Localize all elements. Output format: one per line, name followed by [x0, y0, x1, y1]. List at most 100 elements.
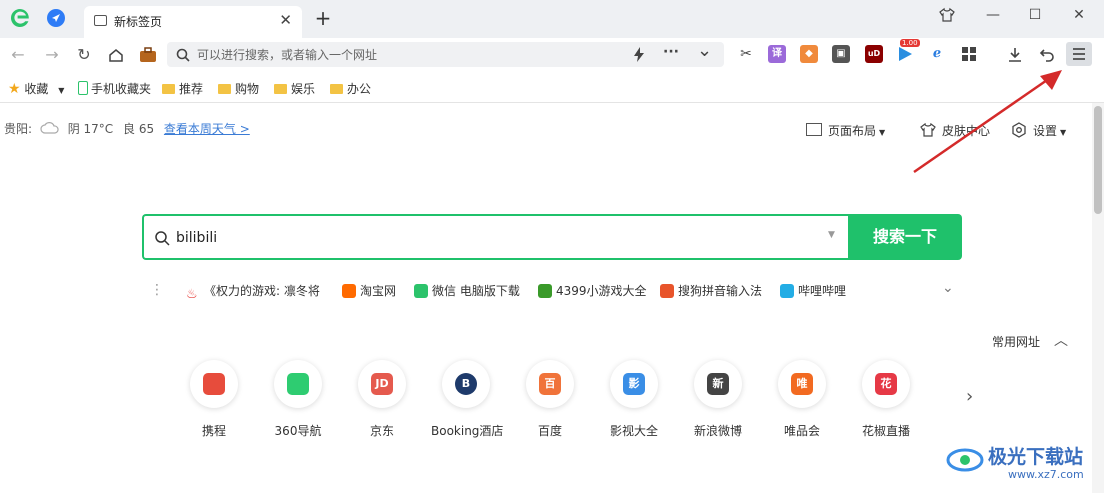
ublock-icon[interactable]: uD: [865, 45, 883, 63]
navigation-icon[interactable]: [47, 9, 65, 27]
site-tile[interactable]: 唯唯品会: [767, 360, 837, 439]
search-box[interactable]: ▼: [142, 214, 848, 260]
sogou-icon: [660, 284, 674, 298]
favorites-dropdown-icon: ▼: [58, 86, 65, 95]
bookmark-folder-recommend[interactable]: 推荐: [162, 80, 203, 98]
phone-icon: [78, 81, 88, 95]
scrollbar-thumb[interactable]: [1094, 106, 1102, 214]
tab-close-button[interactable]: ✕: [279, 11, 292, 29]
search-button[interactable]: 搜索一下: [848, 214, 962, 260]
back-button[interactable]: ←: [6, 44, 30, 66]
scissors-icon[interactable]: ✂: [737, 45, 755, 63]
new-tab-button[interactable]: +: [312, 6, 334, 30]
vip-logo-icon: 唯: [791, 373, 813, 395]
site-label: 影视大全: [609, 424, 658, 438]
site-tile[interactable]: 新新浪微博: [683, 360, 753, 439]
search-input[interactable]: [176, 228, 776, 248]
game-icon[interactable]: ◆: [800, 45, 818, 63]
weather-widget: 贵阳: 阴 17°C 良 65 查看本周天气 >: [4, 120, 250, 137]
page-layout-button[interactable]: 页面布局 ▼: [806, 122, 885, 139]
hot-item-label: 搜狗拼音输入法: [678, 284, 763, 298]
site-tile[interactable]: 花花椒直播: [851, 360, 921, 439]
wechat-icon: [414, 284, 428, 298]
address-bar[interactable]: ··· ⌄: [167, 40, 724, 67]
more-vertical-icon[interactable]: ⋮: [150, 282, 164, 298]
hot-item[interactable]: 淘宝网: [342, 282, 396, 300]
site-tile[interactable]: JD 京东: [347, 360, 417, 439]
tab-title: 新标签页: [114, 15, 163, 29]
bookmark-favorites[interactable]: ★ 收藏 ▼: [8, 80, 64, 98]
hot-item-label: 微信 电脑版下载: [432, 284, 520, 298]
folder-icon: [330, 84, 343, 94]
bookmark-folder-office[interactable]: 办公: [330, 80, 371, 98]
next-sites-icon[interactable]: ›: [966, 386, 973, 407]
search-icon: [176, 48, 190, 62]
hot-item-label: 4399小游戏大全: [556, 284, 647, 298]
folder-icon: [218, 84, 231, 94]
baidu-logo-icon: 百: [539, 373, 561, 395]
site-label: 携程: [201, 424, 226, 438]
jd-logo-icon: JD: [371, 373, 393, 395]
watermark: 极光下载站 www.xz7.com: [946, 440, 1096, 488]
site-tile[interactable]: 携程: [179, 360, 249, 439]
site-label: 新浪微博: [693, 424, 742, 438]
cloud-icon: [40, 122, 59, 134]
bookmark-folder-shopping[interactable]: 购物: [218, 80, 259, 98]
hot-item[interactable]: 4399小游戏大全: [538, 282, 647, 300]
page-layout-label: 页面布局: [828, 124, 877, 138]
tab-new-tab[interactable]: 新标签页 ✕: [84, 6, 302, 38]
favorites-label: 收藏: [24, 82, 49, 96]
briefcase-icon[interactable]: [136, 44, 160, 66]
minimize-button[interactable]: —: [980, 4, 1006, 26]
home-button[interactable]: [104, 44, 128, 66]
reader-icon[interactable]: ▣: [832, 45, 850, 63]
huajiao-logo-icon: 花: [875, 373, 897, 395]
star-icon: ★: [8, 81, 21, 97]
window-close-button[interactable]: ✕: [1066, 4, 1092, 26]
more-options-button[interactable]: ···: [663, 44, 679, 60]
address-dropdown-button[interactable]: ⌄: [697, 40, 712, 61]
expand-hot-icon[interactable]: ⌄: [942, 280, 954, 296]
site-tile[interactable]: 影影视大全: [599, 360, 669, 439]
site-label: 京东: [369, 424, 394, 438]
skin-shirt-icon[interactable]: [934, 4, 960, 26]
search-dropdown-icon[interactable]: ▼: [828, 230, 835, 240]
bookmark-folder-entertainment[interactable]: 娱乐: [274, 80, 315, 98]
site-tile[interactable]: 360导航: [263, 360, 333, 439]
maximize-button[interactable]: ☐: [1022, 4, 1048, 26]
video-logo-icon: 影: [623, 373, 645, 395]
hot-item[interactable]: 哔哩哔哩: [780, 282, 846, 300]
weather-desc: 阴 17°C: [67, 122, 114, 136]
tab-page-icon: [94, 15, 107, 26]
address-input[interactable]: [197, 45, 617, 64]
collapse-sites-icon[interactable]: ︿: [1054, 330, 1068, 350]
booking-logo-icon: B: [455, 373, 477, 395]
site-tile[interactable]: B Booking酒店: [431, 360, 504, 439]
translate-icon[interactable]: 译: [768, 45, 786, 63]
lightning-icon[interactable]: [633, 47, 645, 62]
weibo-logo-icon: 新: [707, 373, 729, 395]
forward-button[interactable]: →: [40, 44, 64, 66]
watermark-logo-icon: [946, 448, 984, 472]
browser-logo-icon[interactable]: [8, 6, 32, 30]
bookmark-label: 办公: [347, 82, 372, 96]
hot-item[interactable]: 搜狗拼音输入法: [660, 282, 762, 300]
site-tile[interactable]: 百百度: [515, 360, 585, 439]
site-label: 百度: [537, 424, 562, 438]
reload-button[interactable]: ↻: [72, 44, 96, 66]
weather-week-link[interactable]: 查看本周天气 >: [164, 122, 250, 136]
site-label: Booking酒店: [431, 424, 504, 438]
game-4399-icon: [538, 284, 552, 298]
bookmark-mobile[interactable]: 手机收藏夹: [78, 80, 151, 98]
hot-item[interactable]: ♨ 《权力的游戏: 凛冬将: [186, 282, 320, 302]
weather-city: 贵阳:: [4, 122, 33, 136]
bookmark-label: 娱乐: [291, 82, 316, 96]
search-icon: [155, 231, 170, 246]
hot-item-label: 淘宝网: [360, 284, 397, 298]
folder-icon: [274, 84, 287, 94]
hot-item[interactable]: 微信 电脑版下载: [414, 282, 520, 300]
fire-icon: ♨: [186, 288, 200, 302]
watermark-title: 极光下载站: [988, 446, 1084, 468]
nav360-logo-icon: [287, 373, 309, 395]
weather-aqi: 良 65: [123, 122, 155, 136]
